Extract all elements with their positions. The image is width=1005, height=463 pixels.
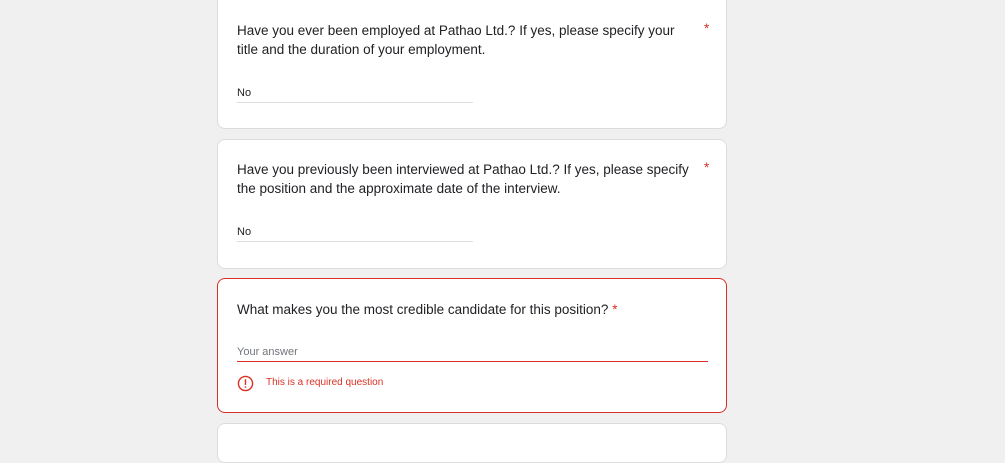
answer-underline [237,241,473,242]
error-icon [237,375,254,392]
question-card-credibility: What makes you the most credible candida… [217,278,727,413]
required-asterisk: * [704,21,710,36]
question-card-employment: Have you ever been employed at Pathao Lt… [217,0,727,129]
question-card-interview: Have you previously been interviewed at … [217,139,727,269]
question-title: Have you ever been employed at Pathao Lt… [237,23,675,57]
question-title-text: What makes you the most credible candida… [237,302,609,317]
question-title: What makes you the most credible candida… [237,300,717,319]
required-asterisk: * [612,302,618,317]
question-title: Have you previously been interviewed at … [237,162,689,196]
answer-underline [237,102,473,103]
error-message: This is a required question [266,377,384,388]
question-card-next [217,423,727,463]
answer-text[interactable]: No [237,86,251,100]
required-asterisk: * [704,160,710,175]
answer-input[interactable]: Your answer [237,345,298,359]
answer-underline [237,361,708,362]
answer-text[interactable]: No [237,225,251,239]
